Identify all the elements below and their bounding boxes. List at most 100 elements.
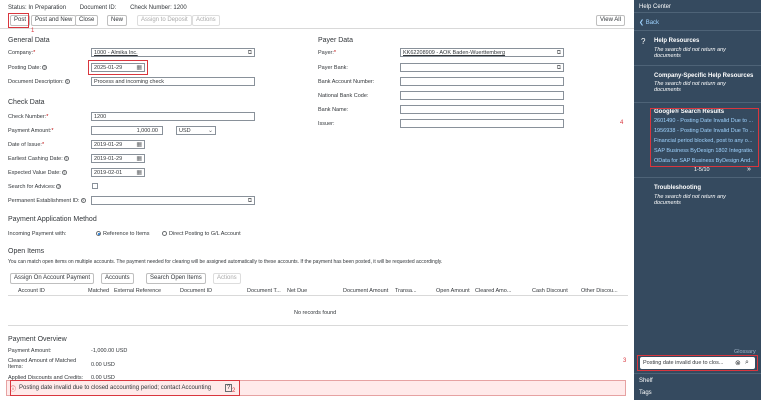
cleared-amount-value: 0.00 USD <box>91 362 115 368</box>
expected-value-date-field[interactable]: 2019-02-01 ▦ <box>91 168 145 177</box>
shelf-link[interactable]: Shelf <box>639 378 653 384</box>
calendar-icon[interactable]: ▦ <box>136 169 142 176</box>
help-icon[interactable]: ? <box>61 170 67 176</box>
tags-link[interactable]: Tags <box>639 390 652 396</box>
assign-to-deposit-button[interactable]: Assign to Deposit <box>137 15 192 26</box>
document-description-label: Document Description:? <box>8 79 70 85</box>
radio-selected-icon[interactable] <box>96 231 101 237</box>
date-of-issue-label: Date of Issue:* <box>8 142 45 148</box>
issuer-label: Issuer: <box>318 121 335 127</box>
pager-text: 1-5/10 <box>694 167 710 173</box>
value-help-icon[interactable]: ⧉ <box>557 49 561 56</box>
issuer-field[interactable] <box>400 119 564 128</box>
posting-date-highlight <box>88 60 148 75</box>
column-header[interactable]: Other Discou... <box>581 288 618 294</box>
post-and-new-button[interactable]: Post and New <box>31 15 77 26</box>
permanent-establishment-field[interactable]: ⧉ <box>91 196 255 205</box>
payer-field[interactable]: KK62208909 - AOK Baden-Wuerttemberg ⧉ <box>400 48 564 57</box>
help-center-title: Help Center <box>639 4 672 10</box>
next-page-icon[interactable]: » <box>747 166 751 173</box>
accounts-button[interactable]: Accounts <box>101 273 134 284</box>
earliest-cashing-label: Earliest Cashing Date:? <box>8 156 69 162</box>
radio-icon[interactable] <box>162 231 167 237</box>
search-results-highlight <box>650 108 759 167</box>
search-open-items-button[interactable]: Search Open Items <box>146 273 206 284</box>
column-header[interactable]: Cleared Amo... <box>475 288 511 294</box>
troubleshooting-empty: The search did not return any documents <box>654 194 726 206</box>
status-text: Status: In Preparation <box>8 5 67 11</box>
column-header[interactable]: Account ID <box>18 288 45 294</box>
calendar-icon[interactable]: ▦ <box>136 141 142 148</box>
payer-label: Payer:* <box>318 50 337 56</box>
search-advices-label: Search for Advices:? <box>8 184 62 190</box>
check-number-field[interactable]: 1200 <box>91 112 255 121</box>
help-icon[interactable]: ? <box>64 79 70 85</box>
payment-amount-label: Payment Amount:* <box>8 128 54 134</box>
column-header[interactable]: Cash Discount <box>532 288 568 294</box>
bank-account-label: Bank Account Number: <box>318 79 375 85</box>
bank-account-field[interactable] <box>400 77 564 86</box>
new-button[interactable]: New <box>107 15 128 26</box>
date-of-issue-field[interactable]: 2019-01-29 ▦ <box>91 140 145 149</box>
check-number-text: Check Number: 1200 <box>130 5 187 11</box>
help-icon[interactable]: ? <box>42 65 48 71</box>
help-icon[interactable]: ? <box>80 198 86 204</box>
payer-bank-label: Payer Bank: <box>318 65 348 71</box>
company-field[interactable]: 1000 - Almika Inc. ⧉ <box>91 48 255 57</box>
column-header[interactable]: Transa... <box>395 288 417 294</box>
question-icon: ? <box>641 37 646 46</box>
actions-button[interactable]: Actions <box>192 15 220 26</box>
radio-direct-posting[interactable]: Direct Posting to G/L Account <box>162 231 241 237</box>
national-bank-code-field[interactable] <box>400 91 564 100</box>
help-icon[interactable]: ? <box>56 184 62 190</box>
value-help-icon[interactable]: ⧉ <box>248 197 252 204</box>
payer-data-title: Payer Data <box>318 37 354 44</box>
marker-4: 4 <box>620 120 624 126</box>
close-button[interactable]: Close <box>75 15 99 26</box>
payment-overview-title: Payment Overview <box>8 336 67 343</box>
back-link[interactable]: ❮ Back <box>639 19 659 26</box>
company-label: Company:* <box>8 50 36 56</box>
value-help-icon[interactable]: ⧉ <box>248 49 252 56</box>
status-bar: Status: In Preparation Document ID: Chec… <box>8 5 199 11</box>
divider <box>634 177 761 178</box>
divider <box>634 102 761 103</box>
divider <box>634 373 761 374</box>
document-id-text: Document ID: <box>79 5 117 11</box>
payer-bank-field[interactable]: ⧉ <box>400 63 564 72</box>
calendar-icon[interactable]: ▦ <box>136 155 142 162</box>
column-header[interactable]: Matched <box>88 288 109 294</box>
search-advices-checkbox[interactable] <box>92 183 98 189</box>
earliest-cashing-field[interactable]: 2019-01-29 ▦ <box>91 154 145 163</box>
help-icon[interactable]: ? <box>63 156 69 162</box>
column-header[interactable]: Document ID <box>180 288 212 294</box>
payment-amount-field[interactable]: 1,000.00 <box>91 126 163 135</box>
currency-select[interactable]: USD ⌄ <box>176 126 216 135</box>
column-header[interactable]: Document T... <box>247 288 281 294</box>
main-app: Status: In Preparation Document ID: Chec… <box>0 0 634 400</box>
column-header[interactable]: Document Amount <box>343 288 388 294</box>
troubleshooting-title[interactable]: Troubleshooting <box>654 185 701 191</box>
marker-2: 2 <box>232 388 236 394</box>
help-center-pane: Help Center ❮ Back ? Help Resources The … <box>620 0 761 400</box>
column-header[interactable]: Net Due <box>287 288 307 294</box>
column-header[interactable]: External Reference <box>114 288 161 294</box>
overview-payment-amount-label: Payment Amount: <box>8 348 52 354</box>
column-header[interactable]: Open Amount <box>436 288 470 294</box>
open-items-actions-button[interactable]: Actions <box>213 273 241 284</box>
document-description-field[interactable]: Process and incoming check <box>91 77 255 86</box>
assign-on-account-button[interactable]: Assign On Account Payment <box>10 273 95 284</box>
company-resources-empty: The search did not return any documents <box>654 81 726 93</box>
radio-reference-to-items[interactable]: Reference to Items <box>96 231 149 237</box>
bank-name-field[interactable] <box>400 105 564 114</box>
marker-3: 3 <box>623 358 627 364</box>
value-help-icon[interactable]: ⧉ <box>557 64 561 71</box>
permanent-establishment-label: Permanent Establishment ID:? <box>8 198 86 204</box>
company-resources-title[interactable]: Company-Specific Help Resources <box>654 73 753 79</box>
general-data-title: General Data <box>8 37 50 44</box>
help-resources-title[interactable]: Help Resources <box>654 38 699 44</box>
view-all-button[interactable]: View All <box>596 15 625 26</box>
payment-method-title: Payment Application Method <box>8 216 97 223</box>
help-resources-empty: The search did not return any documents <box>654 47 726 59</box>
chevron-left-icon: ❮ <box>639 20 645 26</box>
